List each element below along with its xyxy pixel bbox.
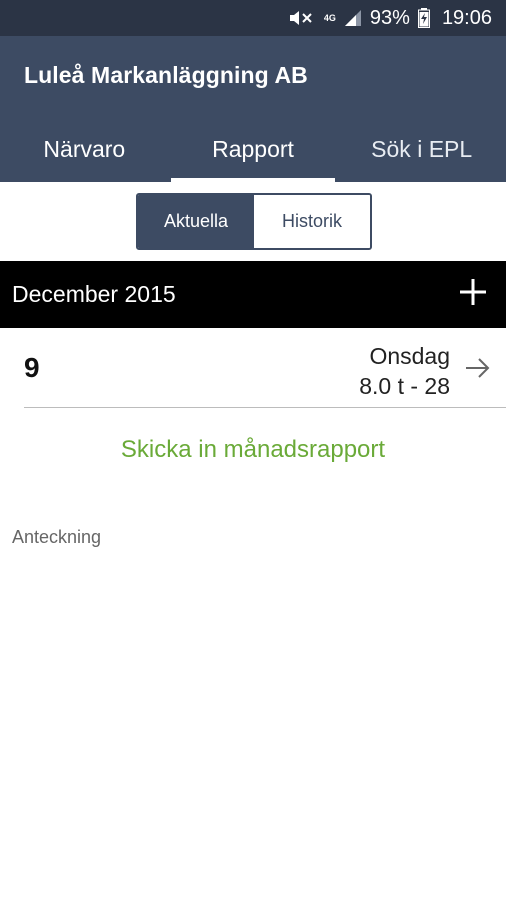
network-type-icon: 4G (323, 12, 336, 23)
send-monthly-report-button[interactable]: Skicka in månadsrapport (0, 436, 506, 464)
tab-rapport[interactable]: Rapport (169, 116, 338, 182)
add-icon[interactable] (458, 277, 488, 312)
month-header: December 2015 (0, 261, 506, 328)
battery-charging-icon (417, 8, 430, 28)
clock: 19:06 (441, 6, 492, 29)
weekday: Onsdag (369, 343, 450, 369)
tab-bar: Närvaro Rapport Sök i EPL (0, 116, 506, 182)
report-filter-toggle: Aktuella Historik (136, 193, 372, 250)
tab-sok-i-epl[interactable]: Sök i EPL (337, 116, 506, 182)
app-title: Luleå Markanläggning AB (24, 62, 308, 88)
mute-icon (288, 8, 316, 28)
current-reports-button[interactable]: Aktuella (138, 195, 254, 248)
day-info: Onsdag 8.0 t - 28 (359, 341, 450, 401)
signal-icon (344, 9, 362, 27)
day-number: 9 (24, 352, 40, 383)
list-item[interactable]: 9 Onsdag 8.0 t - 28 (24, 328, 506, 408)
tab-narvaro[interactable]: Närvaro (0, 116, 169, 182)
hours-summary: 8.0 t - 28 (359, 373, 450, 399)
note-label: Anteckning (12, 527, 102, 547)
battery-percent: 93% (369, 6, 410, 29)
status-bar: 4G 93% 19:06 (0, 0, 506, 36)
history-button[interactable]: Historik (254, 195, 370, 248)
month-title: December 2015 (12, 281, 176, 307)
app-bar: Luleå Markanläggning AB Närvaro Rapport … (0, 36, 506, 182)
